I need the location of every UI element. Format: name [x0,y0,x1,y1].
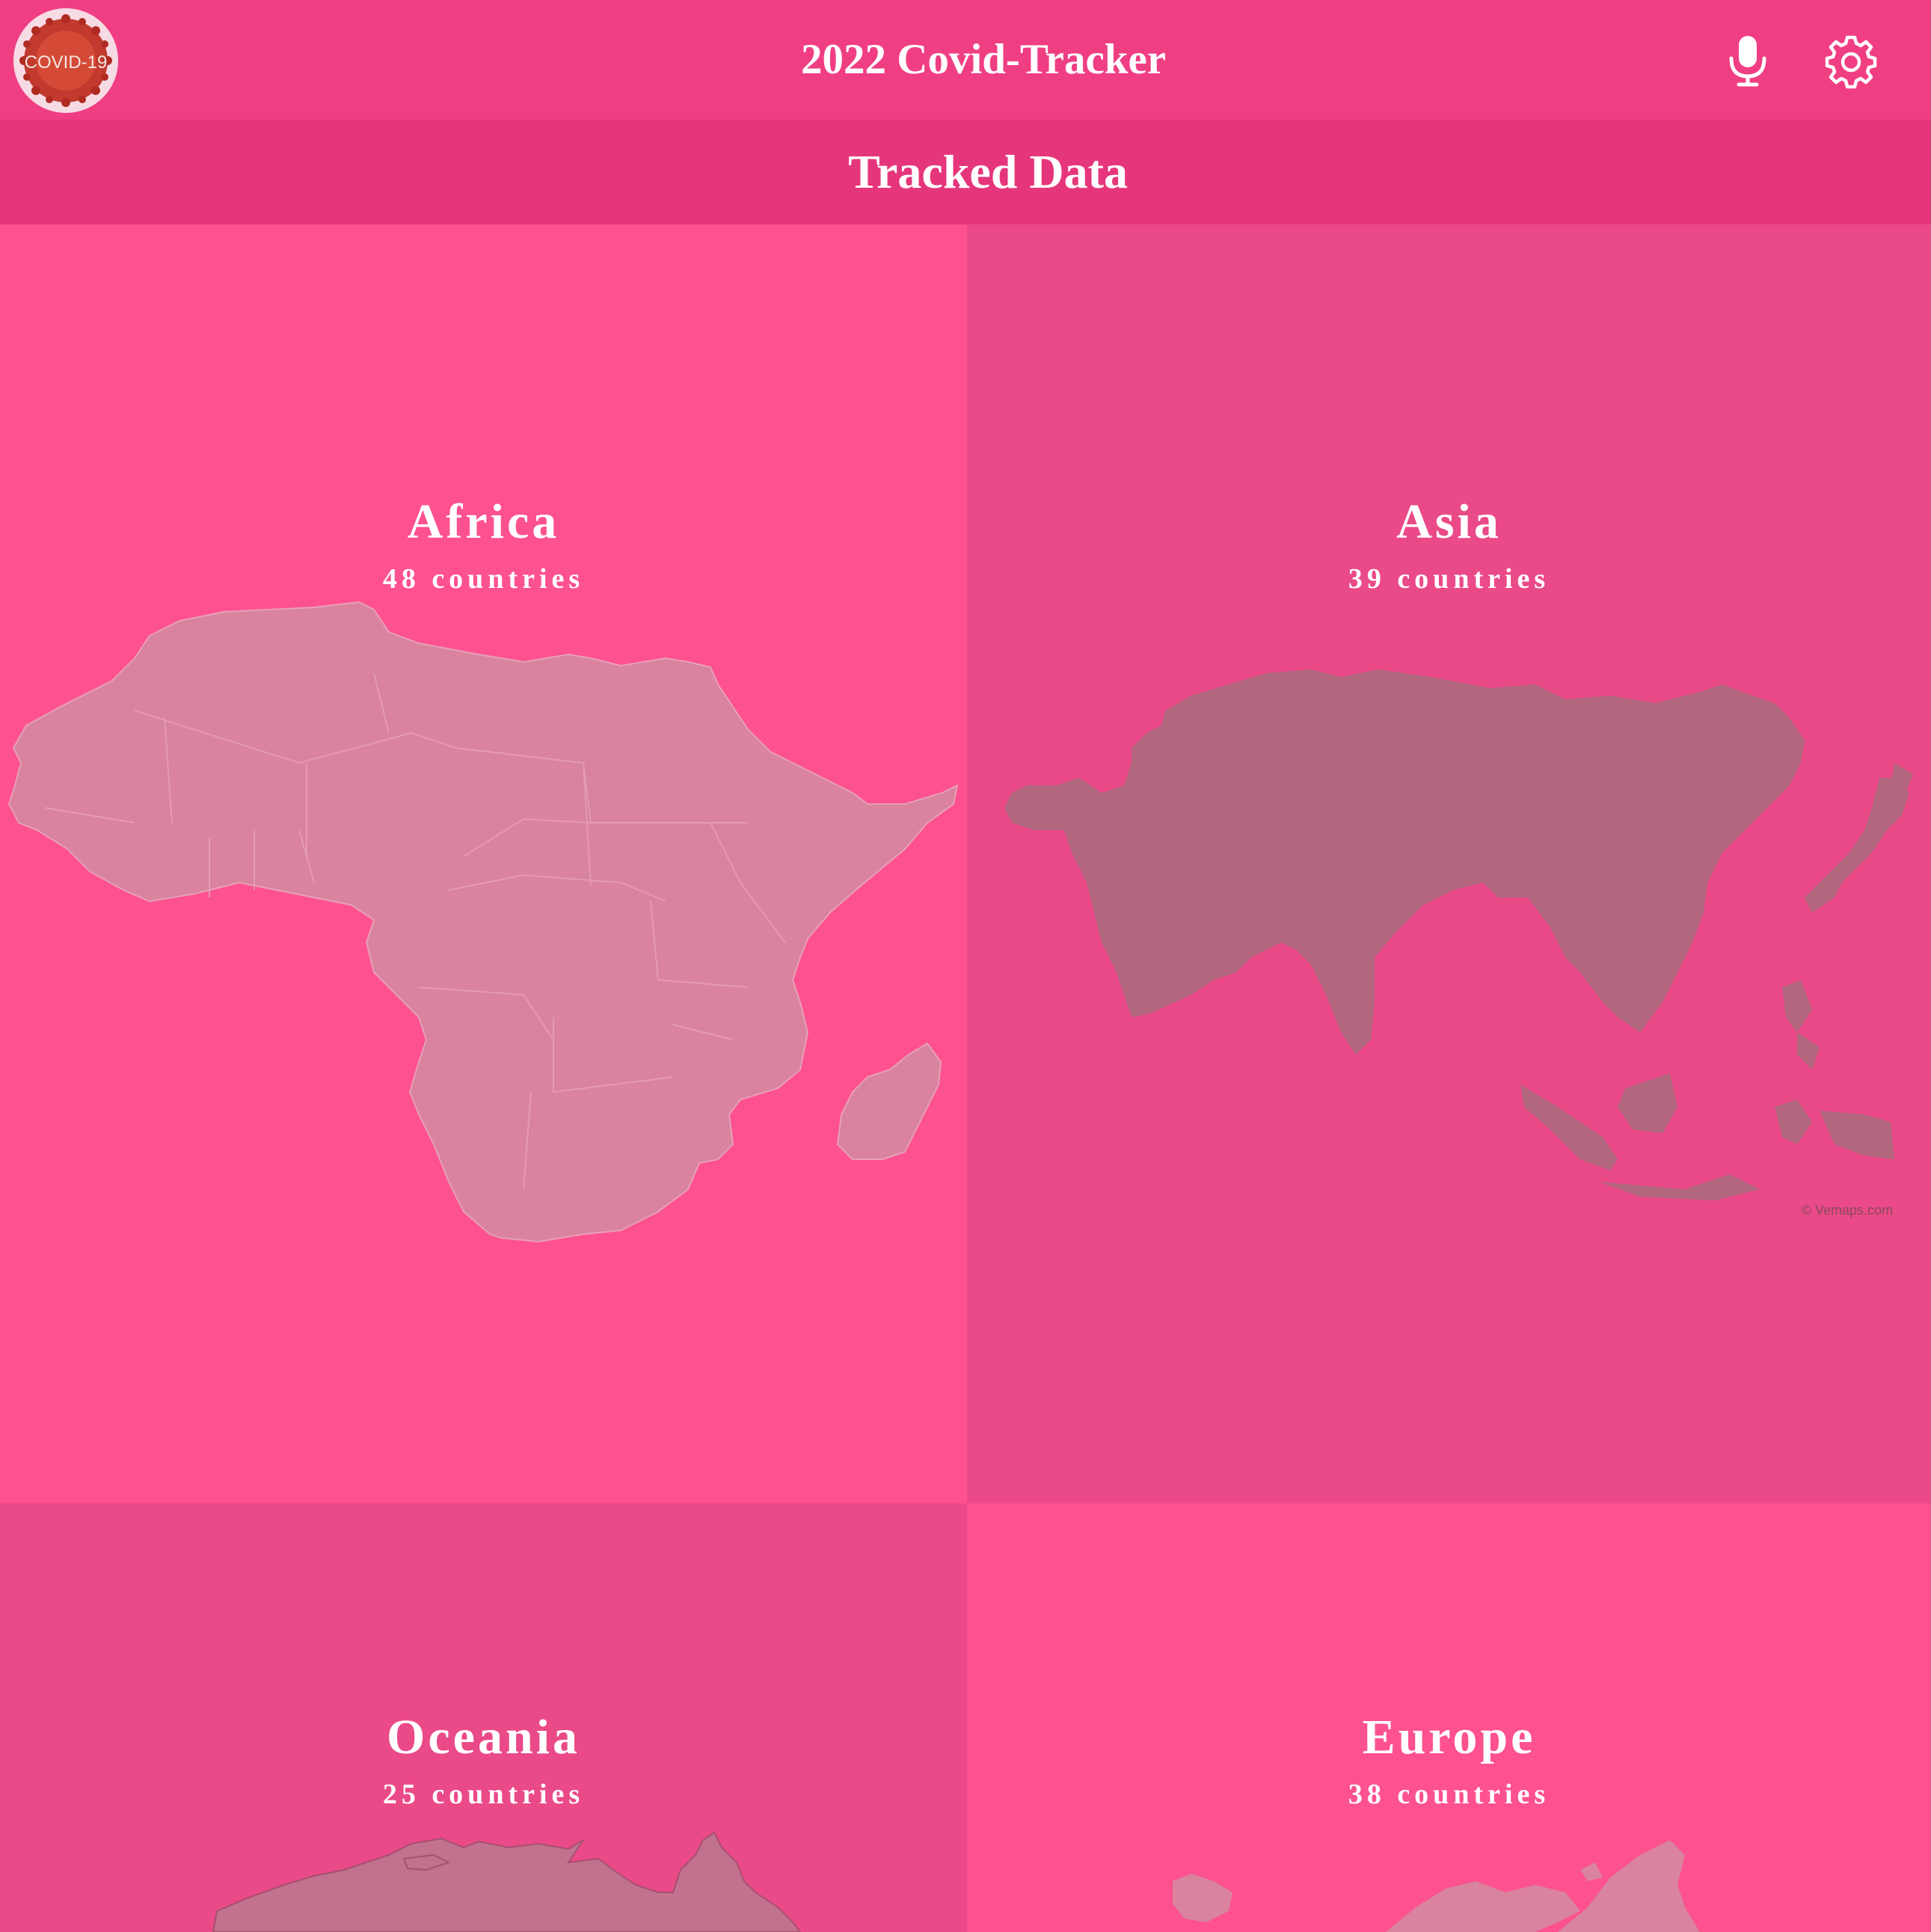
region-tile-oceania[interactable]: Oceania 25 countries [0,1503,967,1932]
region-name: Europe [1362,1710,1536,1764]
section-header: Tracked Data [0,120,1931,224]
africa-map [7,601,959,1243]
map-credit: © Vemaps.com [1802,1203,1893,1218]
region-tile-asia[interactable]: © Vemaps.com Asia 39 countries [967,224,1931,1503]
region-tile-europe[interactable]: Europe 38 countries [967,1503,1931,1932]
region-name: Oceania [387,1710,580,1764]
gear-icon[interactable] [1821,30,1881,90]
microphone-icon[interactable] [1718,30,1778,90]
section-title: Tracked Data [848,145,1128,198]
region-count: 38 countries [1348,1779,1550,1810]
app-header: COVID-19 2022 Covid-Tracker [0,0,1931,120]
asia-map: © Vemaps.com [1004,669,1913,1218]
region-count: 39 countries [1348,563,1550,595]
region-tile-africa[interactable]: Africa 48 countries [0,224,967,1503]
region-count: 48 countries [382,563,585,595]
region-count: 25 countries [382,1779,585,1810]
app-title: 2022 Covid-Tracker [800,36,1167,83]
region-name: Asia [1396,494,1502,549]
region-name: Africa [407,494,560,549]
